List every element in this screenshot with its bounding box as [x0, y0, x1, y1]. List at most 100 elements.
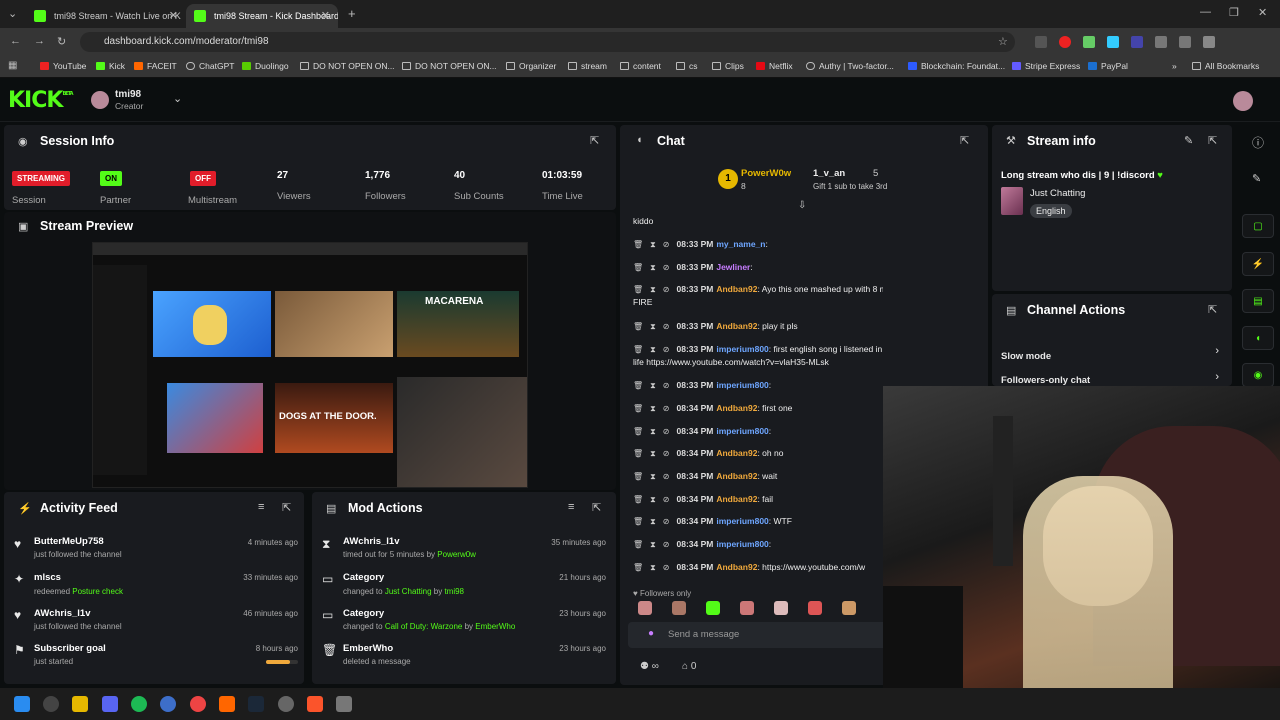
- bookmarks-overflow-icon[interactable]: »: [1172, 61, 1177, 71]
- delete-icon[interactable]: 🗑: [633, 240, 643, 249]
- feed-item-name[interactable]: Subscriber goal: [34, 643, 106, 654]
- brave-icon[interactable]: [307, 696, 323, 712]
- emote-icon[interactable]: [842, 601, 856, 615]
- bookmark-stripe[interactable]: Stripe Express: [1012, 61, 1080, 71]
- leader-name[interactable]: PowerW0w: [741, 168, 791, 179]
- gift-icon[interactable]: ⌂ 0: [682, 661, 696, 672]
- bookmark-folder[interactable]: DO NOT OPEN ON...: [300, 61, 395, 71]
- ban-icon[interactable]: ⊘: [663, 285, 670, 294]
- delete-icon[interactable]: 🗑: [633, 563, 643, 572]
- timeout-icon[interactable]: ⧗: [650, 517, 656, 526]
- info-icon[interactable]: ⓘ: [1252, 134, 1264, 151]
- timeout-icon[interactable]: ⧗: [650, 345, 656, 354]
- bookmark-folder[interactable]: stream: [568, 61, 607, 71]
- app-icon[interactable]: [278, 696, 294, 712]
- all-bookmarks[interactable]: All Bookmarks: [1192, 61, 1259, 71]
- emote-picker-icon[interactable]: ●: [648, 628, 654, 639]
- chat-message[interactable]: 🗑 ⧗ ⊘ 08:33 PM my_name_n:: [633, 239, 883, 250]
- timeout-icon[interactable]: ⧗: [650, 404, 656, 413]
- popout-icon[interactable]: ⇱: [1208, 303, 1217, 316]
- extension-icon[interactable]: [1083, 36, 1095, 48]
- ban-icon[interactable]: ⊘: [663, 449, 670, 458]
- emote-icon[interactable]: [740, 601, 754, 615]
- message-user[interactable]: imperium800: [716, 380, 768, 390]
- extension-icon[interactable]: [1035, 36, 1047, 48]
- close-window-icon[interactable]: ✕: [1258, 6, 1267, 19]
- chat-message[interactable]: 🗑 ⧗ ⊘ 08:34 PM Andban92: wait: [633, 471, 883, 482]
- bookmark-youtube[interactable]: YouTube: [40, 61, 86, 71]
- app-icon[interactable]: [160, 696, 176, 712]
- message-user[interactable]: Andban92: [716, 284, 757, 294]
- extension-icon[interactable]: [1155, 36, 1167, 48]
- bookmark-authy[interactable]: Authy | Two-factor...: [806, 61, 894, 71]
- mod-item-actor[interactable]: tmi98: [444, 587, 464, 596]
- users-icon[interactable]: ⚉ ∞: [640, 661, 659, 672]
- chat-message[interactable]: 🗑 ⧗ ⊘ 08:34 PM Andban92: https://www.youtube…: [633, 562, 883, 573]
- message-user[interactable]: Andban92: [716, 403, 757, 413]
- timeout-icon[interactable]: ⧗: [650, 495, 656, 504]
- steam-icon[interactable]: [248, 696, 264, 712]
- extension-icon[interactable]: [1107, 36, 1119, 48]
- emote-icon[interactable]: [808, 601, 822, 615]
- tab-watch[interactable]: tmi98 Stream - Watch Live on K ✕: [26, 4, 186, 28]
- mod-item-name[interactable]: EmberWho: [343, 643, 393, 654]
- minimize-icon[interactable]: —: [1200, 6, 1211, 18]
- bookmark-star-icon[interactable]: ☆: [998, 35, 1008, 48]
- timeout-icon[interactable]: ⧗: [650, 381, 656, 390]
- message-user[interactable]: imperium800: [716, 344, 768, 354]
- bookmark-kick[interactable]: Kick: [96, 61, 125, 71]
- mod-item-name[interactable]: AWchris_l1v: [343, 536, 400, 547]
- feed-item-name[interactable]: AWchris_l1v: [34, 608, 91, 619]
- back-icon[interactable]: ←: [10, 35, 21, 47]
- user-avatar[interactable]: [1233, 91, 1253, 111]
- forward-icon[interactable]: →: [34, 35, 45, 47]
- leader-name[interactable]: 1_v_an: [813, 168, 845, 179]
- delete-icon[interactable]: 🗑: [633, 404, 643, 413]
- emote-icon[interactable]: [774, 601, 788, 615]
- stream-preview-video[interactable]: MACARENA DOGS AT THE DOOR.: [92, 242, 528, 488]
- popout-icon[interactable]: ⇱: [282, 501, 291, 514]
- bookmark-chatgpt[interactable]: ChatGPT: [186, 61, 234, 71]
- rail-button-2[interactable]: ⚡: [1242, 252, 1274, 276]
- bookmark-duolingo[interactable]: Duolingo: [242, 61, 289, 71]
- start-icon[interactable]: [14, 696, 30, 712]
- reload-icon[interactable]: ↻: [57, 35, 66, 48]
- edit-icon[interactable]: ✎: [1184, 134, 1193, 147]
- message-user[interactable]: imperium800: [716, 539, 768, 549]
- message-user[interactable]: Andban92: [716, 471, 757, 481]
- new-tab-icon[interactable]: +: [348, 6, 356, 21]
- message-user[interactable]: Jewliner: [716, 262, 750, 272]
- timeout-icon[interactable]: ⧗: [650, 285, 656, 294]
- puzzle-icon[interactable]: [1203, 36, 1215, 48]
- discord-icon[interactable]: [102, 696, 118, 712]
- settings-icon[interactable]: [336, 696, 352, 712]
- ban-icon[interactable]: ⊘: [663, 381, 670, 390]
- tab-search-icon[interactable]: ⌄: [8, 7, 17, 20]
- delete-icon[interactable]: 🗑: [633, 472, 643, 481]
- chat-message[interactable]: 🗑 ⧗ ⊘ 08:33 PM Andban92: Ayo this one mashed…: [633, 284, 883, 295]
- bookmark-folder[interactable]: Organizer: [506, 61, 556, 71]
- chat-message[interactable]: 🗑 ⧗ ⊘ 08:33 PM imperium800: first english so…: [633, 344, 883, 355]
- filter-icon[interactable]: ≡: [568, 501, 574, 513]
- timeout-icon[interactable]: ⧗: [650, 472, 656, 481]
- app-icon[interactable]: [219, 696, 235, 712]
- ban-icon[interactable]: ⊘: [663, 517, 670, 526]
- message-user[interactable]: imperium800: [716, 426, 768, 436]
- rail-button-1[interactable]: ▢: [1242, 214, 1274, 238]
- delete-icon[interactable]: 🗑: [633, 322, 643, 331]
- ban-icon[interactable]: ⊘: [663, 563, 670, 572]
- followers-only-row[interactable]: Followers-only chat ›: [1001, 370, 1225, 386]
- filter-icon[interactable]: ≡: [258, 501, 264, 513]
- avatar[interactable]: [91, 91, 109, 109]
- timeout-icon[interactable]: ⧗: [650, 240, 656, 249]
- spotify-icon[interactable]: [131, 696, 147, 712]
- delete-icon[interactable]: 🗑: [633, 285, 643, 294]
- rail-button-3[interactable]: ▤: [1242, 289, 1274, 313]
- url-input[interactable]: dashboard.kick.com/moderator/tmi98: [80, 32, 1015, 52]
- slow-mode-row[interactable]: Slow mode ›: [1001, 345, 1225, 362]
- popout-icon[interactable]: ⇱: [590, 134, 599, 147]
- delete-icon[interactable]: 🗑: [633, 263, 643, 272]
- bookmark-paypal[interactable]: PayPal: [1088, 61, 1128, 71]
- pin-icon[interactable]: ⇩: [798, 200, 806, 211]
- emote-icon[interactable]: [638, 601, 652, 615]
